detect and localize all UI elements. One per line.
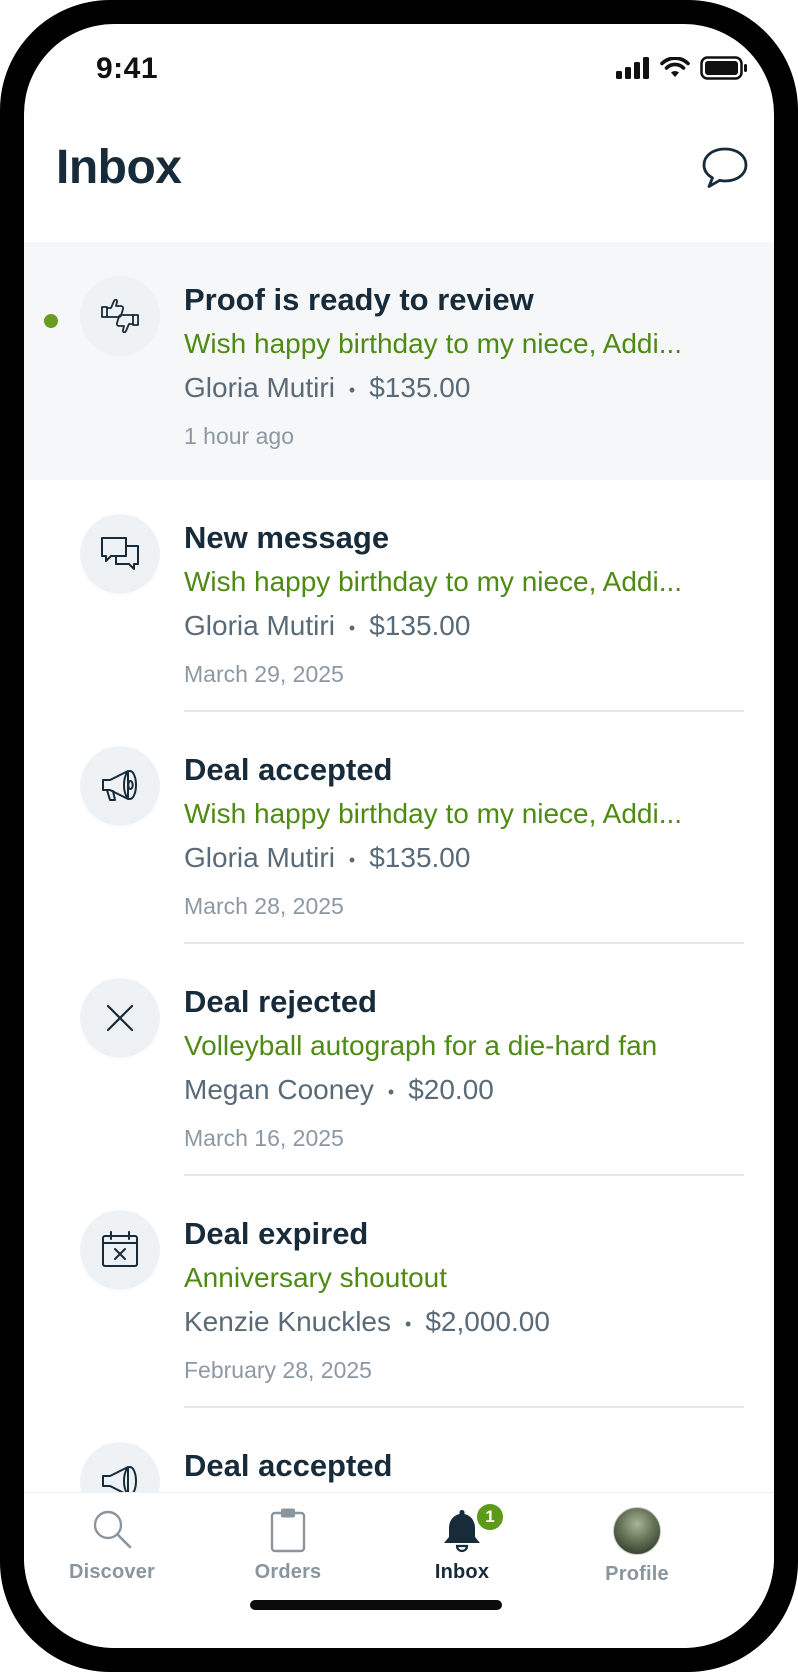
notification-icon-circle xyxy=(80,1442,160,1492)
new-message-button[interactable] xyxy=(700,146,750,190)
search-icon xyxy=(93,1510,132,1549)
home-indicator xyxy=(250,1600,502,1610)
tab-inbox[interactable]: 1 Inbox xyxy=(392,1501,532,1597)
chat-bubbles-icon xyxy=(101,537,139,570)
notification-item[interactable]: Deal expired Anniversary shoutout Kenzie… xyxy=(24,1176,774,1408)
notification-meta: Gloria Mutiri • $135.00 xyxy=(184,368,734,410)
signal-icon xyxy=(616,57,649,79)
customer-name: Gloria Mutiri xyxy=(184,610,335,641)
tab-bar: Discover Orders 1 Inbox Profile xyxy=(24,1492,774,1648)
customer-name: Gloria Mutiri xyxy=(184,372,335,403)
unread-count-badge: 1 xyxy=(474,1501,506,1533)
notification-body: Deal accepted Wish happy birthday to my … xyxy=(184,750,734,922)
deal-amount: $20.00 xyxy=(408,1074,494,1105)
notification-item[interactable]: Deal accepted Wish happy birthday to my … xyxy=(24,712,774,944)
clipboard-icon xyxy=(270,1508,306,1553)
notification-request: Wish happy birthday to my niece, Addi... xyxy=(184,328,683,359)
notification-list: Proof is ready to review Wish happy birt… xyxy=(24,242,774,1492)
notification-icon-circle xyxy=(80,276,160,356)
status-time: 9:41 xyxy=(96,52,159,85)
notification-title: New message xyxy=(184,520,390,555)
notification-body: New message Wish happy birthday to my ni… xyxy=(184,518,734,690)
notification-item[interactable]: Proof is ready to review Wish happy birt… xyxy=(24,242,774,480)
notification-item[interactable]: New message Wish happy birthday to my ni… xyxy=(24,480,774,712)
notification-meta: Megan Cooney • $20.00 xyxy=(184,1070,734,1112)
separator-dot: • xyxy=(348,617,356,638)
status-icons xyxy=(616,56,748,80)
separator-dot: • xyxy=(348,849,356,870)
notification-request: Anniversary shoutout xyxy=(184,1262,448,1293)
notification-title: Deal accepted xyxy=(184,1448,393,1483)
chat-bubble-icon xyxy=(702,147,748,188)
notification-meta: Gloria Mutiri • $135.00 xyxy=(184,838,734,880)
x-icon xyxy=(106,1004,134,1032)
battery-icon xyxy=(700,56,747,80)
customer-name: Gloria Mutiri xyxy=(184,842,335,873)
notification-request: Wish happy birthday to my niece, Addi... xyxy=(184,566,683,597)
megaphone-icon xyxy=(102,1466,137,1492)
tab-label: Orders xyxy=(254,1561,322,1583)
tab-discover[interactable]: Discover xyxy=(42,1507,182,1597)
notification-icon-circle xyxy=(80,514,160,594)
separator-dot: • xyxy=(405,1313,412,1334)
tab-label: Discover xyxy=(68,1561,156,1583)
notification-body: Proof is ready to review Wish happy birt… xyxy=(184,280,734,452)
notification-icon-circle xyxy=(80,978,160,1058)
notification-body: Deal rejected Volleyball autograph for a… xyxy=(184,982,734,1154)
tab-profile[interactable]: Profile xyxy=(567,1507,707,1597)
deal-amount: $135.00 xyxy=(369,372,471,403)
notification-meta: Kenzie Knuckles • $2,000.00 xyxy=(184,1302,734,1344)
deal-amount: $135.00 xyxy=(369,610,471,641)
customer-name: Kenzie Knuckles xyxy=(184,1306,392,1337)
deal-amount: $135.00 xyxy=(369,842,471,873)
notification-meta: Gloria Mutiri • $135.00 xyxy=(184,606,734,648)
notification-title: Deal expired xyxy=(184,1216,369,1251)
tab-label: Inbox xyxy=(434,1561,490,1583)
status-bar: 9:41 xyxy=(24,24,774,114)
deal-amount: $2,000.00 xyxy=(425,1306,550,1337)
notification-time: February 28, 2025 xyxy=(184,1356,372,1383)
tab-orders[interactable]: Orders xyxy=(218,1507,358,1597)
megaphone-icon xyxy=(102,770,137,801)
notification-time: March 16, 2025 xyxy=(184,1124,344,1151)
header: Inbox xyxy=(24,124,774,234)
notification-title: Deal accepted xyxy=(184,752,393,787)
unread-indicator xyxy=(44,314,58,328)
separator-dot: • xyxy=(348,379,356,400)
notification-time: March 29, 2025 xyxy=(184,660,344,687)
notification-icon-circle xyxy=(80,1210,160,1290)
wifi-icon xyxy=(660,57,690,77)
notification-time: March 28, 2025 xyxy=(184,892,344,919)
page-title: Inbox xyxy=(56,141,182,194)
notification-title: Deal rejected xyxy=(184,984,377,1019)
notification-time: 1 hour ago xyxy=(184,422,294,449)
notification-body: Deal expired Anniversary shoutout Kenzie… xyxy=(184,1214,734,1386)
notification-request: Volleyball autograph for a die-hard fan xyxy=(184,1030,658,1061)
notification-icon-circle xyxy=(80,746,160,826)
avatar xyxy=(613,1507,661,1555)
notification-title: Proof is ready to review xyxy=(184,282,534,317)
notification-item[interactable]: Deal rejected Volleyball autograph for a… xyxy=(24,944,774,1176)
screen: 9:41 Inbox Proof is ready to review Wish… xyxy=(24,24,774,1648)
thumbs-up-down-icon xyxy=(101,298,139,334)
notification-item[interactable]: Deal accepted xyxy=(24,1408,774,1492)
notification-request: Wish happy birthday to my niece, Addi... xyxy=(184,798,683,829)
separator-dot: • xyxy=(387,1081,395,1102)
calendar-x-icon xyxy=(102,1231,138,1267)
phone-frame: 9:41 Inbox Proof is ready to review Wish… xyxy=(0,0,798,1672)
tab-label: Profile xyxy=(605,1563,669,1585)
customer-name: Megan Cooney xyxy=(184,1074,374,1105)
notification-body: Deal accepted xyxy=(184,1446,734,1486)
